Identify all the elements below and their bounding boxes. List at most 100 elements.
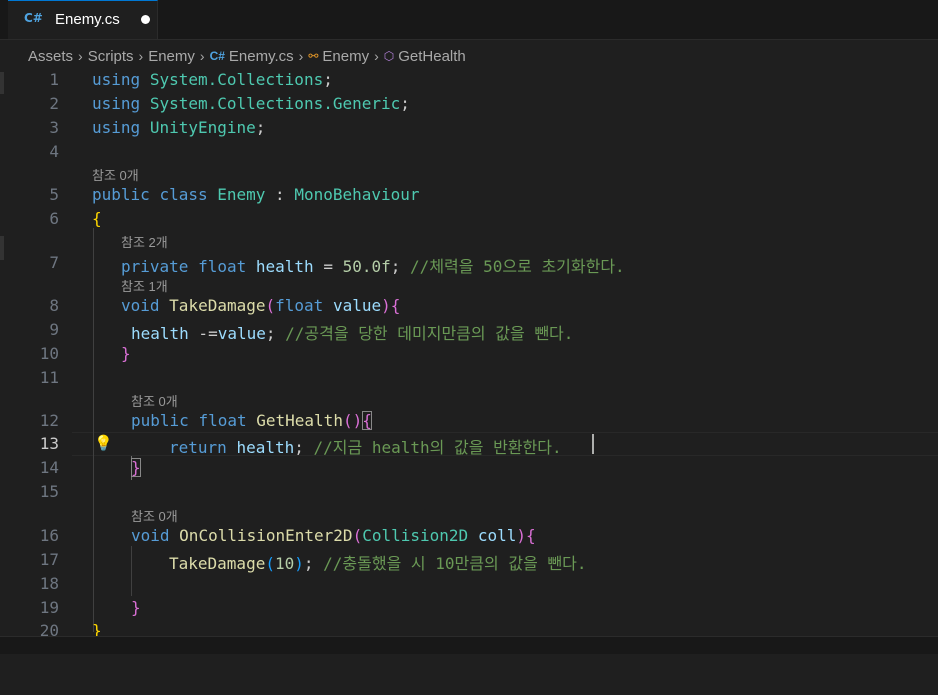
bracket: { [525,526,536,545]
namespace: System.Collections.Generic [149,94,401,113]
chevron-right-icon: › [374,48,379,64]
breadcrumb-enemy-class[interactable]: Enemy [322,48,369,65]
line-number: 7 [49,253,59,272]
method-symbol-icon: ⬡ [383,49,395,63]
bracket: ) [381,296,391,315]
line-number: 9 [49,320,59,339]
keyword: class [159,185,208,204]
bracket: { [92,209,102,228]
comment: //체력을 50으로 초기화한다. [410,257,625,276]
identifier: health [255,257,314,276]
code-line: 19 } [0,596,938,620]
function-name: OnCollisionEnter2D [179,526,353,545]
keyword: public [92,185,150,204]
keyword: float [275,296,324,315]
line-number: 4 [49,142,59,161]
code-line: 15 [0,480,938,504]
class-name: Collision2D [362,526,469,545]
codelens-references[interactable]: 참조 0개 [131,506,178,525]
function-name: GetHealth [256,411,343,430]
code-line: 6 { [0,207,938,231]
bracket: { [390,296,401,315]
line-number: 1 [49,70,59,89]
line-number: 18 [39,574,59,593]
keyword: void [131,526,170,545]
function-name: TakeDamage [169,554,266,573]
bracket: ) [516,526,526,545]
code-line-active: 13 return health; //지금 health의 값을 반환한다. [0,432,938,457]
bracket: ( [265,554,275,573]
tab-bar: C# Enemy.cs [0,0,938,40]
code-line: 3 using UnityEngine; [0,116,938,140]
comment: //공격을 당한 데미지만큼의 값을 뺀다. [285,324,574,343]
code-line: 9 health -=value; //공격을 당한 데미지만큼의 값을 뺀다. [0,318,938,343]
line-number: 16 [39,526,59,545]
breadcrumb-get-health[interactable]: GetHealth [398,48,466,65]
code-line: 10 } [0,342,938,366]
bracket: ) [352,411,363,430]
tab-enemy-cs[interactable]: C# Enemy.cs [8,0,158,39]
chevron-right-icon: › [298,48,304,64]
identifier: coll [477,526,517,545]
line-number: 19 [39,598,59,617]
code-line: 17 TakeDamage(10); //충돌했을 시 10만큼의 값을 뺀다. [0,548,938,573]
line-number: 3 [49,118,59,137]
breadcrumb: Assets › Scripts › Enemy › C# Enemy.cs ›… [28,46,466,66]
line-number: 5 [49,185,59,204]
line-number: 13 [39,434,59,453]
codelens-references[interactable]: 참조 0개 [131,391,178,410]
namespace: UnityEngine [149,118,256,137]
class-name: Enemy [217,185,266,204]
bracket: ) [294,554,304,573]
identifier: value [217,324,266,343]
line-number: 14 [39,458,59,477]
punctuation: ; [303,554,314,573]
codelens-references[interactable]: 참조 1개 [121,276,168,295]
line-number: 2 [49,94,59,113]
code-line: 14 } [0,456,938,480]
punctuation: ; [400,94,410,113]
punctuation: ; [390,257,401,276]
bracket: ( [342,411,353,430]
line-number: 10 [39,344,59,363]
breadcrumb-enemy-cs[interactable]: Enemy.cs [229,48,294,65]
keyword: using [92,70,141,89]
code-line: 7 private float health = 50.0f; //체력을 50… [0,251,938,276]
codelens-references[interactable]: 참조 0개 [92,165,139,184]
number: 50.0f [342,257,391,276]
bracket: ( [352,526,363,545]
csharp-file-icon: C# [209,49,225,63]
unsaved-dot-icon[interactable] [141,15,150,24]
code-line: 8 void TakeDamage(float value){ [0,294,938,318]
line-number: 17 [39,550,59,569]
punctuation: ; [323,70,333,89]
keyword: return [169,438,227,457]
identifier: health [131,324,189,343]
csharp-file-icon: C# [24,11,43,25]
code-line: 4 [0,140,938,164]
code-line: 11 [0,366,938,390]
tab-label: Enemy.cs [55,11,120,28]
punctuation: ; [255,118,266,137]
breadcrumb-enemy-folder[interactable]: Enemy [148,48,195,65]
code-line: 1 using System.Collections; [0,68,938,92]
breadcrumb-assets[interactable]: Assets [28,48,73,65]
lightbulb-icon[interactable]: 💡 [94,434,113,452]
keyword: float [198,411,247,430]
bracket-match: { [362,411,372,430]
codelens-references[interactable]: 참조 2개 [121,232,168,251]
line-number: 12 [39,411,59,430]
breadcrumb-scripts[interactable]: Scripts [88,48,134,65]
punctuation: ; [265,324,276,343]
chevron-right-icon: › [78,48,83,64]
identifier: health [236,438,295,457]
punctuation: : [265,185,295,204]
line-number: 6 [49,209,59,228]
keyword: private [121,257,189,276]
function-name: TakeDamage [169,296,266,315]
bracket: } [121,344,131,363]
line-number: 8 [49,296,59,315]
keyword: public [131,411,189,430]
namespace: System.Collections [149,70,324,89]
punctuation: ; [294,438,304,457]
